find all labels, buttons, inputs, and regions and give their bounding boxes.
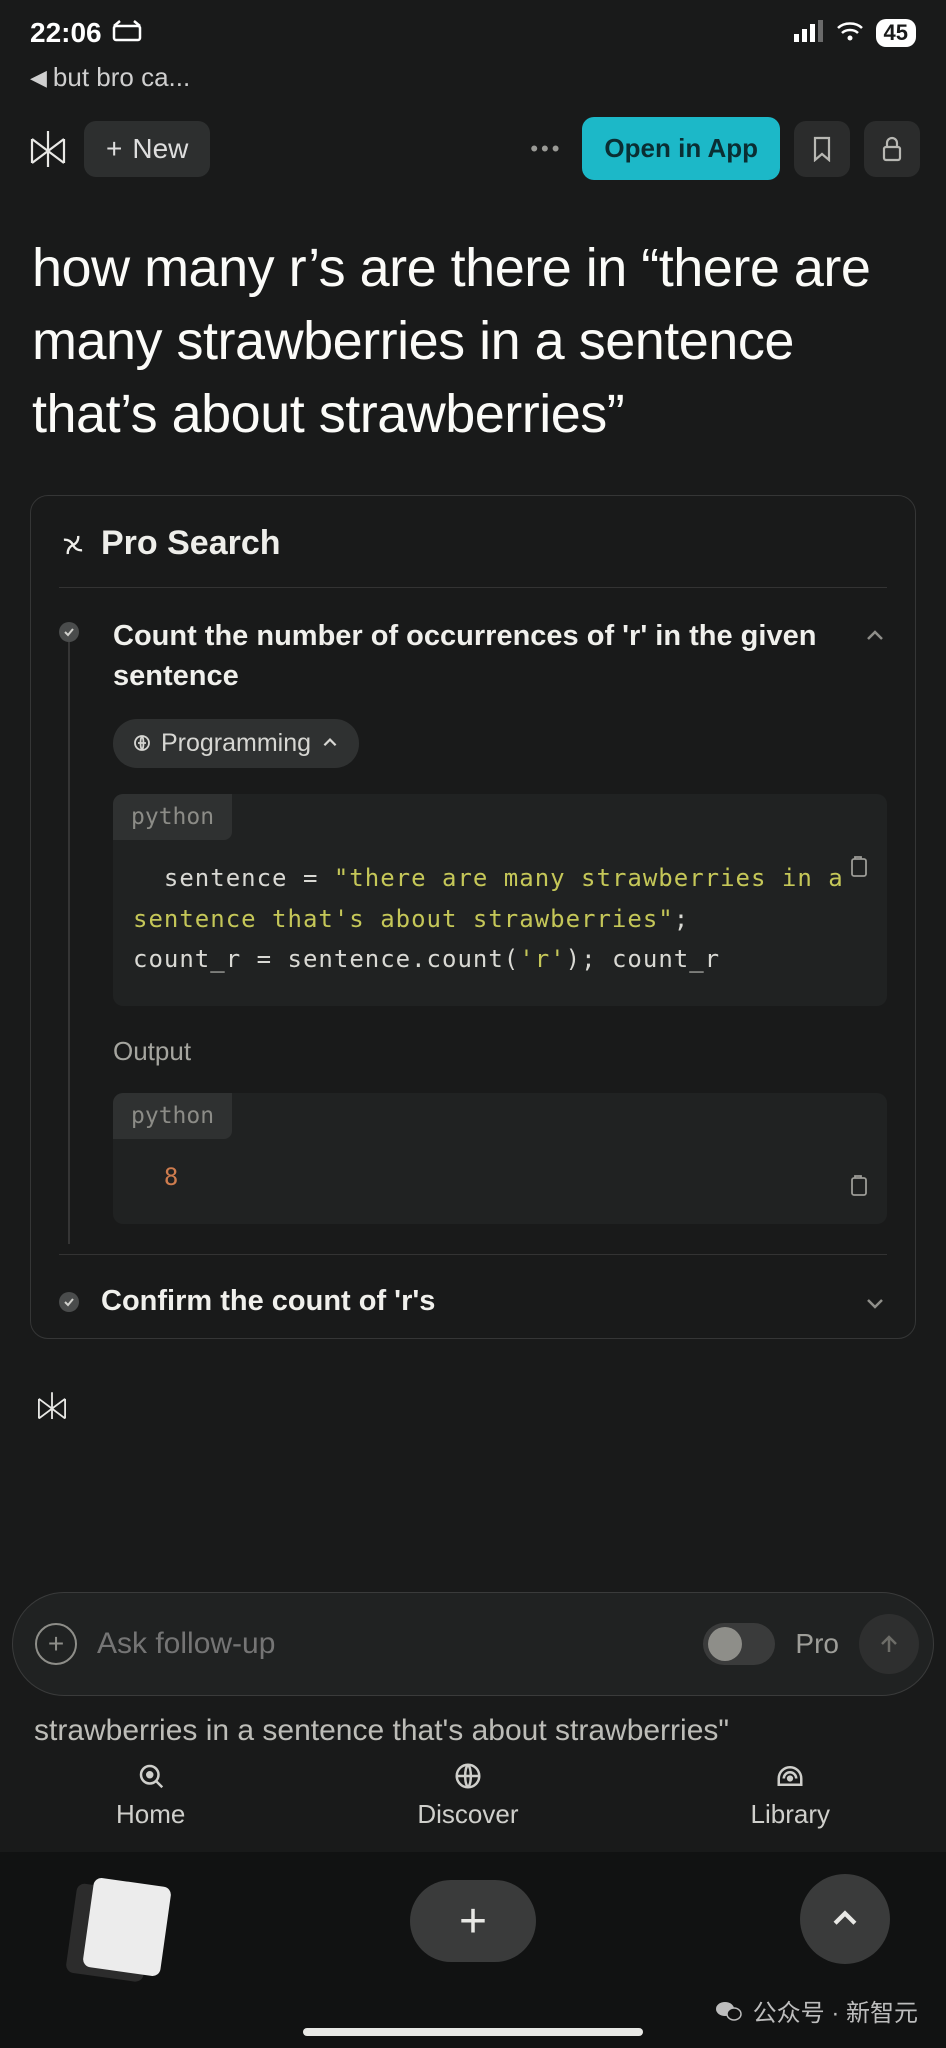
more-options-icon[interactable]: ••• [524,126,568,172]
output-lang-badge: python [113,1093,232,1139]
home-indicator[interactable] [303,2028,643,2036]
step-1: Count the number of occurrences of 'r' i… [59,616,887,1224]
programming-label: Programming [161,729,311,758]
pro-search-card: Pro Search Count the number of occurrenc… [30,495,916,1339]
code-block-input: python sentence = "there are many strawb… [113,794,887,1006]
status-bar: 22:06 45 [0,0,946,56]
step-done-icon [59,1292,79,1312]
output-body: 8 [113,1139,887,1224]
status-time: 22:06 [30,17,102,49]
open-in-app-button[interactable]: Open in App [582,117,780,180]
programming-pill[interactable]: Programming [113,719,359,768]
dock-expand-button[interactable] [800,1874,890,1964]
query-title: how many r’s are there in “there are man… [0,188,946,481]
output-label: Output [113,1036,887,1067]
new-thread-button[interactable]: + New [84,121,210,177]
step-done-icon [59,622,79,642]
code-block-output: python 8 [113,1093,887,1224]
back-caret-icon: ◀ [30,65,47,91]
step2-title: Confirm the count of 'r's [101,1285,841,1318]
followup-bar: + Pro [12,1592,934,1696]
nav-discover[interactable]: Discover [417,1761,518,1830]
os-dock: + 公众号 · 新智元 [0,1852,946,2048]
back-app-label: but bro ca... [53,62,190,93]
followup-input[interactable] [97,1627,683,1661]
expand-step-icon[interactable] [863,1291,887,1320]
nav-home[interactable]: Home [116,1761,185,1830]
perplexity-logo-icon[interactable] [26,127,70,171]
recent-thumbnail[interactable] [82,1877,172,1977]
wifi-icon [836,17,864,49]
pro-search-icon [59,529,87,557]
app-toolbar: + New ••• Open in App [0,93,946,188]
collapse-step-icon[interactable] [863,624,887,653]
plus-icon: + [106,135,122,163]
send-button[interactable] [859,1614,919,1674]
back-to-app-row[interactable]: ◀ but bro ca... [0,62,946,93]
copy-code-icon[interactable] [847,854,869,883]
add-attachment-icon[interactable]: + [35,1623,77,1665]
alarm-icon [112,17,142,49]
pro-search-heading: Pro Search [101,524,281,563]
chevron-up-icon [321,734,339,752]
signal-icon [794,17,824,49]
bottom-nav: Home Discover Library [0,1740,946,1850]
pro-toggle[interactable] [703,1623,775,1665]
bookmark-button[interactable] [794,121,850,177]
code-lang-badge: python [113,794,232,840]
pro-toggle-label: Pro [795,1628,839,1660]
wechat-attribution[interactable]: 公众号 · 新智元 [715,1993,918,2028]
lock-button[interactable] [864,121,920,177]
nav-library[interactable]: Library [751,1761,830,1830]
new-label: New [132,133,188,165]
code-body: sentence = "there are many strawberries … [113,840,887,1006]
step-2[interactable]: Confirm the count of 'r's [59,1254,887,1320]
battery-badge: 45 [876,19,916,47]
dock-new-button[interactable]: + [410,1880,536,1962]
answer-logo-icon [34,1389,946,1419]
pro-search-header: Pro Search [59,524,887,588]
copy-output-icon[interactable] [847,1173,869,1202]
step1-title: Count the number of occurrences of 'r' i… [113,616,845,697]
